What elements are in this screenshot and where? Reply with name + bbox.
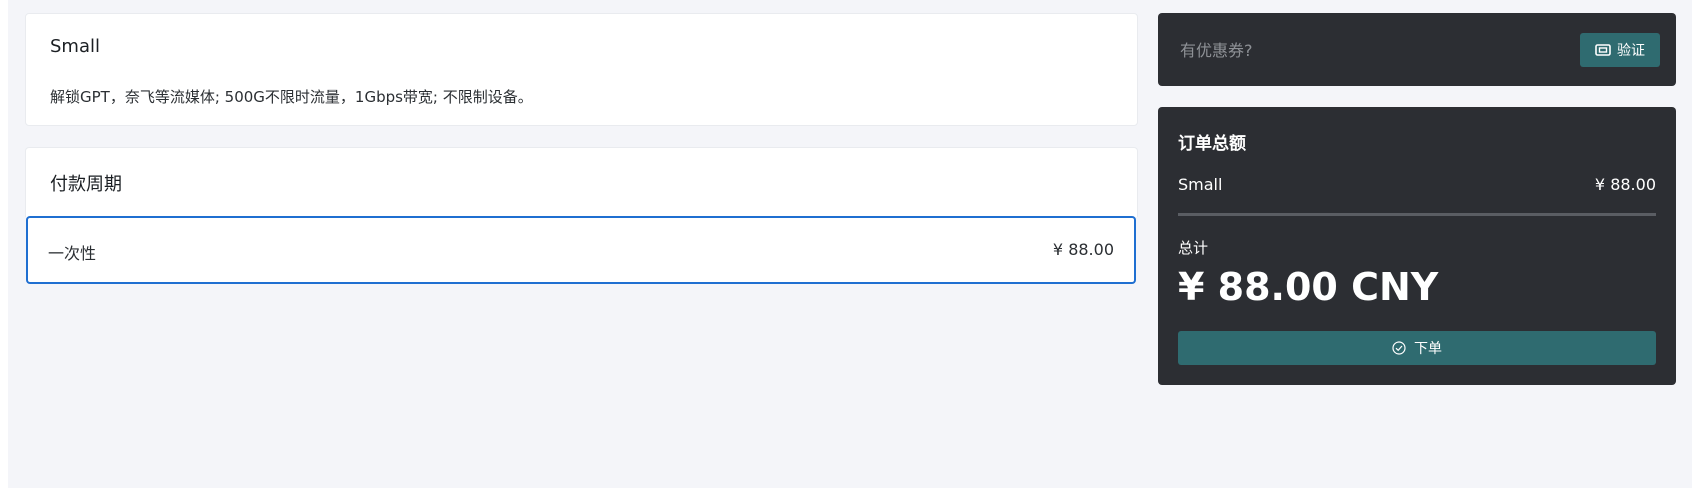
billing-option-label: 一次性 (48, 244, 97, 263)
ticket-icon (1595, 44, 1611, 56)
summary-divider (1178, 213, 1656, 216)
summary-item-name: Small (1178, 175, 1223, 194)
verify-button-label: 验证 (1617, 43, 1645, 59)
verify-coupon-button[interactable]: 验证 (1580, 33, 1660, 67)
order-summary-card: 订单总额 Small ¥ 88.00 总计 ¥ 88.00 CNY 下单 (1158, 107, 1676, 385)
coupon-card: 验证 (1158, 13, 1676, 86)
billing-period-title: 付款周期 (50, 174, 122, 195)
plan-description: 解锁GPT，奈飞等流媒体; 500G不限时流量，1Gbps带宽; 不限制设备。 (50, 88, 533, 106)
check-circle-icon (1392, 341, 1406, 355)
coupon-input[interactable] (1178, 35, 1562, 65)
summary-item-price: ¥ 88.00 (1594, 175, 1656, 194)
plan-name: Small (50, 36, 100, 57)
total-amount: ¥ 88.00 CNY (1178, 265, 1439, 309)
place-order-button[interactable]: 下单 (1178, 331, 1656, 365)
place-order-label: 下单 (1414, 341, 1442, 357)
order-summary-heading: 订单总额 (1178, 134, 1246, 154)
billing-option-one-time[interactable]: 一次性 ¥ 88.00 (26, 216, 1136, 284)
billing-period-card: 付款周期 (25, 147, 1138, 217)
total-label: 总计 (1178, 239, 1209, 257)
billing-option-price: ¥ 88.00 (1052, 240, 1114, 259)
plan-card: Small 解锁GPT，奈飞等流媒体; 500G不限时流量，1Gbps带宽; 不… (25, 13, 1138, 126)
